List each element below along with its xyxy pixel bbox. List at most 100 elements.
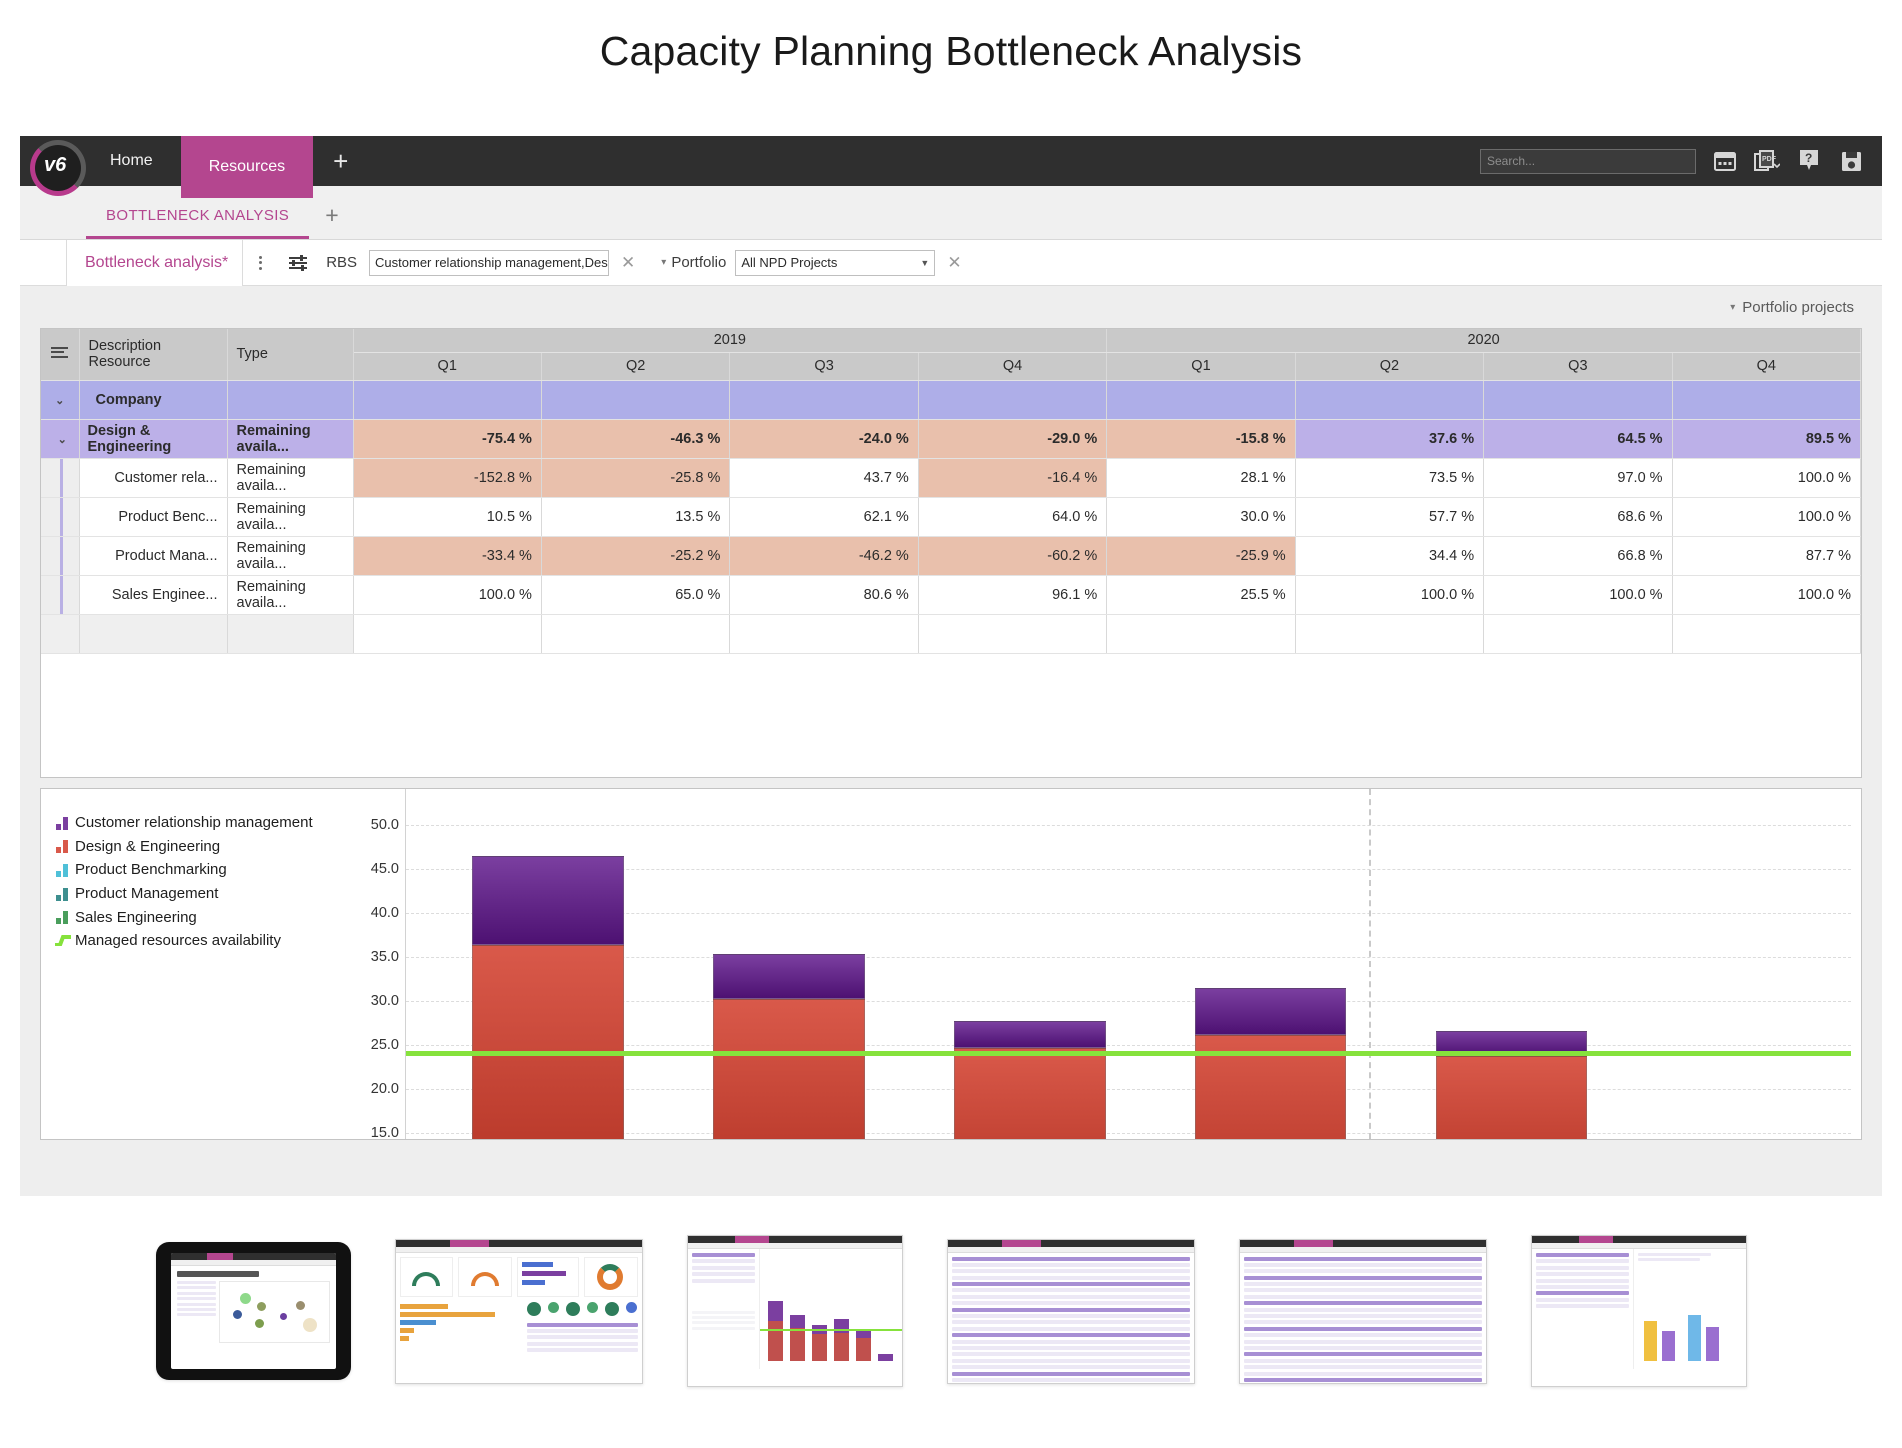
thumbnail-bottleneck-analysis-chart[interactable] [687, 1235, 903, 1387]
legend-item[interactable]: Product Management [55, 882, 341, 906]
table-row[interactable]: Product Mana...Remaining availa...-33.4 … [41, 536, 1861, 575]
add-report-tab-button[interactable]: + [309, 202, 354, 239]
legend-item[interactable]: Managed resources availability [55, 929, 341, 953]
cell-description: Product Mana... [79, 536, 227, 575]
chart-bar-segment [1195, 988, 1347, 1036]
column-header-2019-q2[interactable]: Q2 [541, 352, 729, 380]
report-name-tab[interactable]: Bottleneck analysis* [66, 240, 243, 286]
y-axis-tick-label: 35.0 [371, 949, 399, 965]
legend-item[interactable]: Sales Engineering [55, 905, 341, 929]
svg-text:?: ? [1805, 151, 1812, 165]
cell-value: 25.5 % [1107, 575, 1295, 614]
cell-value: 100.0 % [1672, 575, 1860, 614]
grid-menu-icon[interactable] [41, 329, 79, 380]
cell-value: -29.0 % [918, 419, 1106, 458]
bar-series-icon [55, 863, 71, 877]
legend-item[interactable]: Customer relationship management [55, 811, 341, 835]
thumbnail-product-comparison-report[interactable] [1531, 1235, 1747, 1387]
chart-bar[interactable] [713, 954, 865, 1139]
rbs-clear-icon[interactable]: ✕ [609, 253, 647, 273]
cell-value [1672, 380, 1860, 419]
row-expand-toggle [41, 497, 79, 536]
cell-value: 97.0 % [1484, 458, 1672, 497]
bottleneck-chart: Customer relationship managementDesign &… [40, 788, 1862, 1140]
column-header-type[interactable]: Type [227, 329, 353, 380]
filler-cell [227, 614, 353, 653]
cell-value: 62.1 % [730, 497, 918, 536]
chart-plot-area [405, 789, 1851, 1139]
column-header-2020-q3[interactable]: Q3 [1484, 352, 1672, 380]
chart-bar[interactable] [1195, 988, 1347, 1139]
column-header-2019-q3[interactable]: Q3 [730, 352, 918, 380]
y-axis-tick-label: 50.0 [371, 817, 399, 833]
table-row[interactable]: ⌄Design & EngineeringRemaining availa...… [41, 419, 1861, 458]
chart-legend: Customer relationship managementDesign &… [41, 789, 341, 1139]
cell-value: -46.3 % [541, 419, 729, 458]
bottleneck-table: Description Resource Type 2019 2020 Q1 Q… [41, 329, 1861, 654]
cell-description: Company [79, 380, 227, 419]
chart-bar-segment [713, 954, 865, 999]
filler-cell [41, 614, 79, 653]
thumbnail-tablet-portfolio-funnel[interactable] [156, 1242, 351, 1380]
column-header-2020-q2[interactable]: Q2 [1295, 352, 1483, 380]
cell-type: Remaining availa... [227, 497, 353, 536]
rbs-filter-input[interactable]: Customer relationship management,Desi ..… [369, 250, 609, 276]
pdf-export-icon[interactable]: PDF [1754, 148, 1780, 174]
help-icon[interactable]: ? [1796, 148, 1822, 174]
bottleneck-grid[interactable]: Description Resource Type 2019 2020 Q1 Q… [40, 328, 1862, 778]
column-header-description[interactable]: Description Resource [79, 329, 227, 380]
cell-value: 87.7 % [1672, 536, 1860, 575]
cell-value: -46.2 % [730, 536, 918, 575]
portfolio-select[interactable]: All NPD Projects ▼ [735, 250, 935, 276]
table-row[interactable]: Sales Enginee...Remaining availa...100.0… [41, 575, 1861, 614]
cell-value [541, 380, 729, 419]
cell-value: 30.0 % [1107, 497, 1295, 536]
portfolio-projects-toggle[interactable]: ▾ Portfolio projects [20, 286, 1882, 328]
legend-item[interactable]: Design & Engineering [55, 835, 341, 859]
cell-value: -15.8 % [1107, 419, 1295, 458]
thumbnail-project-list-report[interactable] [1239, 1239, 1487, 1384]
report-menu-icon[interactable] [243, 256, 276, 270]
cell-value: 34.4 % [1295, 536, 1483, 575]
calendar-icon[interactable] [1712, 148, 1738, 174]
nav-tab-resources[interactable]: Resources [181, 136, 313, 198]
column-header-2019-q4[interactable]: Q4 [918, 352, 1106, 380]
cell-value: 100.0 % [1484, 575, 1672, 614]
column-header-2020-q4[interactable]: Q4 [1672, 352, 1860, 380]
thumbnail-executive-summary-dashboard[interactable] [395, 1239, 643, 1384]
chart-bar[interactable] [954, 1021, 1106, 1139]
row-expand-toggle [41, 458, 79, 497]
chart-gridline [406, 825, 1851, 826]
legend-label: Sales Engineering [75, 909, 197, 926]
chart-bar-segment [713, 999, 865, 1140]
chart-bar[interactable] [472, 856, 624, 1139]
legend-item[interactable]: Product Benchmarking [55, 858, 341, 882]
sliders-icon[interactable] [276, 254, 318, 272]
thumbnail-resource-table-report[interactable] [947, 1239, 1195, 1384]
cell-value: -152.8 % [353, 458, 541, 497]
cell-value [1295, 380, 1483, 419]
chart-bar[interactable] [1436, 1031, 1588, 1139]
y-axis-tick-label: 40.0 [371, 905, 399, 921]
cell-value: -16.4 % [918, 458, 1106, 497]
portfolio-clear-icon[interactable]: ✕ [935, 253, 973, 273]
column-header-2020-q1[interactable]: Q1 [1107, 352, 1295, 380]
add-nav-tab-button[interactable]: + [313, 136, 368, 186]
table-row[interactable]: Customer rela...Remaining availa...-152.… [41, 458, 1861, 497]
filler-cell [79, 614, 227, 653]
save-icon[interactable] [1838, 148, 1864, 174]
rbs-label: RBS [318, 254, 369, 271]
table-row[interactable]: ⌄Company [41, 380, 1861, 419]
column-header-2019-q1[interactable]: Q1 [353, 352, 541, 380]
cell-description: Sales Enginee... [79, 575, 227, 614]
nav-tab-home[interactable]: Home [82, 136, 181, 186]
y-axis-tick-label: 25.0 [371, 1037, 399, 1053]
topbar-tools: PDF ? [1480, 136, 1882, 186]
row-expand-toggle[interactable]: ⌄ [41, 419, 79, 458]
row-expand-toggle[interactable]: ⌄ [41, 380, 79, 419]
table-row[interactable]: Product Benc...Remaining availa...10.5 %… [41, 497, 1861, 536]
search-input[interactable] [1480, 149, 1696, 174]
tab-bottleneck-analysis[interactable]: BOTTLENECK ANALYSIS [86, 207, 309, 239]
period-divider [1369, 789, 1371, 1139]
portfolio-caret-icon[interactable]: ▾ [647, 257, 671, 268]
